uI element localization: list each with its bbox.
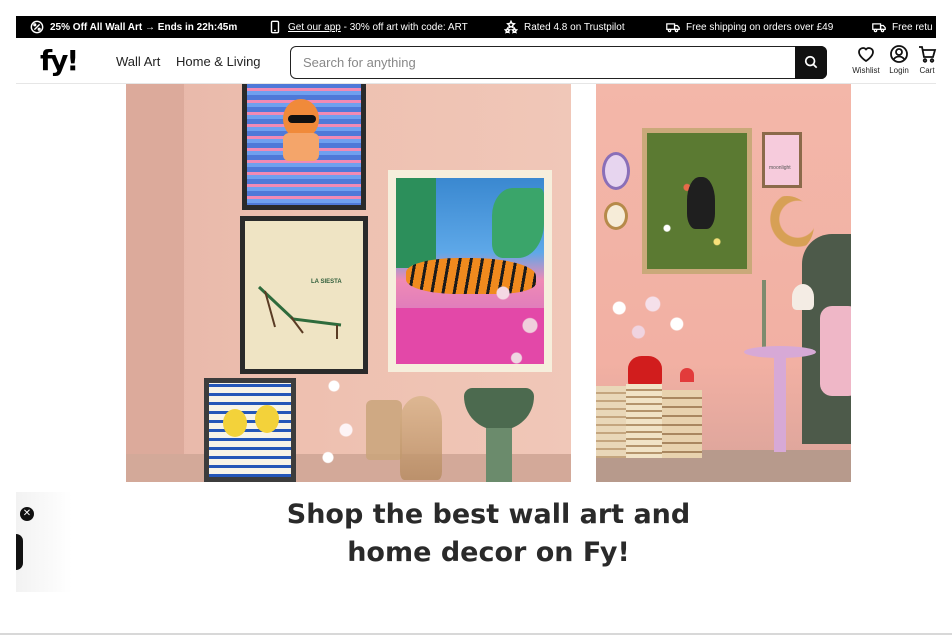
side-table-stem (774, 356, 786, 452)
promo-rating[interactable]: Rated 4.8 on Trustpilot (504, 16, 625, 38)
moon-print-label: moonlight (769, 165, 791, 171)
fy-logo[interactable]: fy! (40, 47, 79, 75)
offer-widget: ✕ (16, 492, 72, 592)
moon-mirror (760, 196, 814, 254)
search-input[interactable] (303, 55, 783, 70)
promo-discount-text: 25% Off All Wall Art → Ends in 22h:45m (50, 21, 238, 33)
search-button[interactable] (795, 45, 827, 79)
toadstool (680, 368, 694, 382)
headline-line-2: home decor on Fy! (347, 537, 630, 568)
amber-vase (366, 400, 402, 460)
promo-app[interactable]: Get our app - 30% off art with code: ART (268, 16, 468, 38)
discount-icon (30, 20, 44, 34)
wishlist-button[interactable]: Wishlist (849, 44, 883, 75)
search-icon (804, 55, 818, 69)
oval-frame-purple (602, 152, 630, 190)
book-stack-2 (626, 384, 662, 458)
blossom-branch (476, 254, 566, 384)
lamp-shade (792, 284, 814, 310)
promo-rating-text: Rated 4.8 on Trustpilot (524, 21, 625, 33)
promo-returns-text: Free retu (892, 21, 933, 33)
book-stack-1 (596, 386, 626, 458)
artwork-lemons (204, 378, 296, 482)
hero-banner[interactable]: LA SIESTA moonlight (126, 84, 851, 482)
artwork-moon-print: moonlight (762, 132, 802, 188)
lamp-stem (762, 280, 766, 350)
oval-frame-gold (604, 202, 628, 230)
promo-app-link[interactable]: Get our app (288, 22, 341, 33)
flower-bouquet (600, 284, 696, 364)
promo-shipping-text: Free shipping on orders over £49 (686, 21, 834, 33)
green-vase-bowl (464, 388, 534, 430)
artwork-cat-meadow (642, 128, 752, 274)
search-bar (290, 45, 827, 79)
wall-corner (126, 84, 184, 482)
promo-bar: 25% Off All Wall Art → Ends in 22h:45m G… (16, 16, 936, 38)
phone-icon (270, 20, 280, 34)
hero-divider (571, 84, 596, 482)
promo-discount[interactable]: 25% Off All Wall Art → Ends in 22h:45m (30, 16, 237, 38)
site-header: fy! Wall Art Home & Living Wishlist Logi… (16, 38, 937, 84)
cart-label: Cart (919, 66, 935, 75)
stars-icon (504, 20, 518, 34)
promo-shipping[interactable]: Free shipping on orders over £49 (666, 16, 833, 38)
heart-icon (858, 47, 874, 63)
hero-headline: Shop the best wall art and home decor on… (226, 496, 751, 572)
headline-line-1: Shop the best wall art and (286, 499, 691, 530)
truck-icon (666, 23, 680, 33)
wishlist-label: Wishlist (852, 66, 880, 75)
close-widget-button[interactable]: ✕ (20, 507, 34, 521)
artwork-swimmer (242, 84, 366, 210)
nav-home-living[interactable]: Home & Living (176, 54, 261, 69)
artwork-la-siesta: LA SIESTA (240, 216, 368, 374)
hero-pink-room-image: moonlight (596, 84, 851, 482)
green-vase-stem (486, 428, 512, 482)
promo-returns[interactable]: Free retu (872, 16, 933, 38)
glass-vase (400, 396, 442, 480)
book-stack-3 (662, 390, 702, 458)
cart-button[interactable]: Cart (910, 44, 944, 75)
login-label: Login (889, 66, 909, 75)
cart-icon (919, 46, 937, 63)
nav-wall-art[interactable]: Wall Art (116, 54, 160, 69)
offer-tab[interactable] (16, 534, 23, 570)
pink-pillow (820, 306, 851, 396)
promo-app-text: - 30% off art with code: ART (340, 21, 468, 33)
white-blossoms (310, 364, 370, 474)
hero-gallery-wall-image: LA SIESTA (126, 84, 571, 482)
return-truck-icon (872, 23, 886, 33)
user-icon (890, 45, 908, 63)
